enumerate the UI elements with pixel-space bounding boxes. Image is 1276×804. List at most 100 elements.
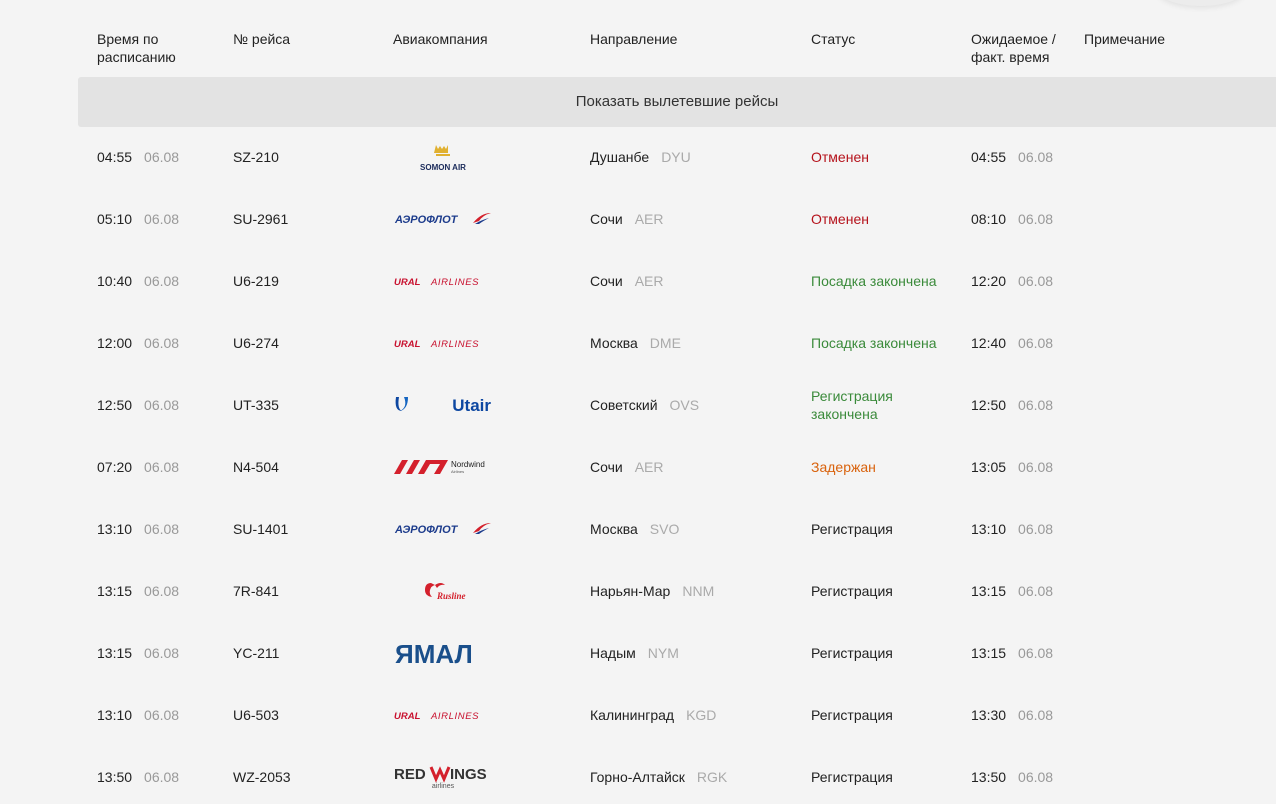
airport-code: OVS bbox=[669, 397, 700, 413]
svg-text:URAL: URAL bbox=[394, 711, 421, 721]
svg-text:AIRLINES: AIRLINES bbox=[430, 339, 479, 349]
flight-status: Регистрация bbox=[811, 645, 893, 661]
header-expected-time: Ожидаемое / факт. время bbox=[971, 31, 1056, 65]
expected-time-cell: 13:10 06.08 bbox=[971, 498, 1053, 560]
departures-board: Время по расписанию № рейса Авиакомпания… bbox=[0, 0, 1276, 804]
expected-time-cell: 12:50 06.08 bbox=[971, 374, 1053, 436]
table-header: Время по расписанию № рейса Авиакомпания… bbox=[0, 30, 1276, 70]
destination-city: Сочи bbox=[590, 273, 623, 289]
floating-button-edge[interactable] bbox=[1156, 0, 1246, 6]
expected-time-cell: 13:50 06.08 bbox=[971, 746, 1053, 804]
scheduled-time: 12:50 bbox=[97, 397, 133, 413]
destination-cell: Сочи AER bbox=[590, 188, 664, 250]
flight-row[interactable]: 13:10 06.08 SU-1401 АЭРОФЛОТ Москва SVO Реги… bbox=[0, 498, 1276, 560]
expected-date: 06.08 bbox=[1018, 707, 1054, 723]
scheduled-date: 06.08 bbox=[144, 335, 180, 351]
header-direction: Направление bbox=[590, 31, 678, 47]
flight-row[interactable]: 13:15 06.08 7R-841 Rusline Нарьян-Мар NNM Рег… bbox=[0, 560, 1276, 622]
scheduled-date: 06.08 bbox=[144, 521, 180, 537]
scheduled-date: 06.08 bbox=[144, 769, 180, 785]
flights-table: 04:55 06.08 SZ-210 SOMON AIR Душанбе DYU Отме… bbox=[0, 126, 1276, 804]
expected-time: 12:40 bbox=[971, 335, 1007, 351]
flight-row[interactable]: 10:40 06.08 U6-219 URAL AIRLINES Сочи AER Пос… bbox=[0, 250, 1276, 312]
flight-row[interactable]: 07:20 06.08 N4-504 Nordwind Airlines Сочи AE… bbox=[0, 436, 1276, 498]
scheduled-time: 07:20 bbox=[97, 459, 133, 475]
scheduled-time: 04:55 bbox=[97, 149, 133, 165]
rusline-logo: Rusline bbox=[393, 560, 493, 622]
flight-status: Отменен bbox=[811, 211, 869, 227]
airport-code: NNM bbox=[682, 583, 715, 599]
flight-number: N4-504 bbox=[233, 459, 279, 475]
flight-number: U6-274 bbox=[233, 335, 279, 351]
scheduled-date: 06.08 bbox=[144, 583, 180, 599]
scheduled-time-cell: 13:15 06.08 bbox=[97, 622, 179, 684]
expected-time-cell: 08:10 06.08 bbox=[971, 188, 1053, 250]
destination-cell: Москва SVO bbox=[590, 498, 679, 560]
expected-date: 06.08 bbox=[1018, 397, 1054, 413]
expected-date: 06.08 bbox=[1018, 149, 1054, 165]
svg-text:INGS: INGS bbox=[450, 766, 487, 783]
header-airline: Авиакомпания bbox=[393, 31, 488, 47]
svg-text:URAL: URAL bbox=[394, 339, 421, 349]
flight-number: 7R-841 bbox=[233, 583, 279, 599]
yamal-logo: ЯМАЛ bbox=[393, 622, 493, 684]
destination-city: Душанбе bbox=[590, 149, 650, 165]
expected-time-cell: 13:30 06.08 bbox=[971, 684, 1053, 746]
scheduled-date: 06.08 bbox=[144, 459, 180, 475]
expected-time-cell: 13:15 06.08 bbox=[971, 622, 1053, 684]
svg-text:airlines: airlines bbox=[432, 783, 455, 790]
flight-number: UT-335 bbox=[233, 397, 279, 413]
airport-code: RGK bbox=[696, 769, 728, 785]
flight-row[interactable]: 12:50 06.08 UT-335 Utair Советский OVS Регист… bbox=[0, 374, 1276, 436]
aeroflot-logo: АЭРОФЛОТ bbox=[393, 498, 493, 560]
flight-row[interactable]: 13:10 06.08 U6-503 URAL AIRLINES Калинингра… bbox=[0, 684, 1276, 746]
scheduled-time: 13:15 bbox=[97, 645, 133, 661]
scheduled-time-cell: 13:10 06.08 bbox=[97, 498, 179, 560]
destination-city: Надым bbox=[590, 645, 636, 661]
flight-row[interactable]: 13:50 06.08 WZ-2053 RED INGS airlines Горно… bbox=[0, 746, 1276, 804]
flight-status: Регистрация bbox=[811, 707, 893, 723]
flight-status: Регистрация bbox=[811, 521, 893, 537]
scheduled-time: 10:40 bbox=[97, 273, 133, 289]
scheduled-time-cell: 12:00 06.08 bbox=[97, 312, 179, 374]
scheduled-time: 13:50 bbox=[97, 769, 133, 785]
somon-air-logo: SOMON AIR bbox=[393, 126, 493, 188]
flight-status: Регистрация bbox=[811, 583, 893, 599]
expected-date: 06.08 bbox=[1018, 769, 1054, 785]
flight-number: U6-219 bbox=[233, 273, 279, 289]
flight-row[interactable]: 13:15 06.08 YC-211 ЯМАЛ Надым NYM Регистрация… bbox=[0, 622, 1276, 684]
scheduled-date: 06.08 bbox=[144, 149, 180, 165]
flight-status: Регистрация bbox=[811, 769, 893, 785]
flight-number: SU-1401 bbox=[233, 521, 289, 537]
scheduled-time: 12:00 bbox=[97, 335, 133, 351]
flight-row[interactable]: 05:10 06.08 SU-2961 АЭРОФЛОТ Сочи AER Отмене… bbox=[0, 188, 1276, 250]
expected-date: 06.08 bbox=[1018, 521, 1054, 537]
destination-cell: Душанбе DYU bbox=[590, 126, 691, 188]
scheduled-date: 06.08 bbox=[144, 645, 180, 661]
scheduled-date: 06.08 bbox=[144, 397, 180, 413]
scheduled-time: 13:15 bbox=[97, 583, 133, 599]
destination-cell: Калининград KGD bbox=[590, 684, 716, 746]
flight-number: U6-503 bbox=[233, 707, 279, 723]
airport-code: SVO bbox=[649, 521, 680, 537]
destination-city: Сочи bbox=[590, 211, 623, 227]
expected-time-cell: 13:15 06.08 bbox=[971, 560, 1053, 622]
destination-city: Советский bbox=[590, 397, 658, 413]
expected-time: 13:50 bbox=[971, 769, 1007, 785]
header-scheduled: Время по расписанию bbox=[97, 31, 176, 65]
flight-row[interactable]: 04:55 06.08 SZ-210 SOMON AIR Душанбе DYU Отме… bbox=[0, 126, 1276, 188]
show-departed-flights-button[interactable]: Показать вылетевшие рейсы bbox=[78, 77, 1276, 127]
destination-city: Москва bbox=[590, 521, 638, 537]
expected-time-cell: 13:05 06.08 bbox=[971, 436, 1053, 498]
airport-code: DYU bbox=[661, 149, 691, 165]
destination-city: Сочи bbox=[590, 459, 623, 475]
scheduled-date: 06.08 bbox=[144, 211, 180, 227]
expected-time: 04:55 bbox=[971, 149, 1007, 165]
expected-date: 06.08 bbox=[1018, 273, 1054, 289]
scheduled-time-cell: 04:55 06.08 bbox=[97, 126, 179, 188]
airport-code: AER bbox=[634, 459, 664, 475]
header-status: Статус bbox=[811, 31, 856, 47]
flight-row[interactable]: 12:00 06.08 U6-274 URAL AIRLINES Москва DME П… bbox=[0, 312, 1276, 374]
expected-time-cell: 12:20 06.08 bbox=[971, 250, 1053, 312]
airport-code: KGD bbox=[686, 707, 717, 723]
